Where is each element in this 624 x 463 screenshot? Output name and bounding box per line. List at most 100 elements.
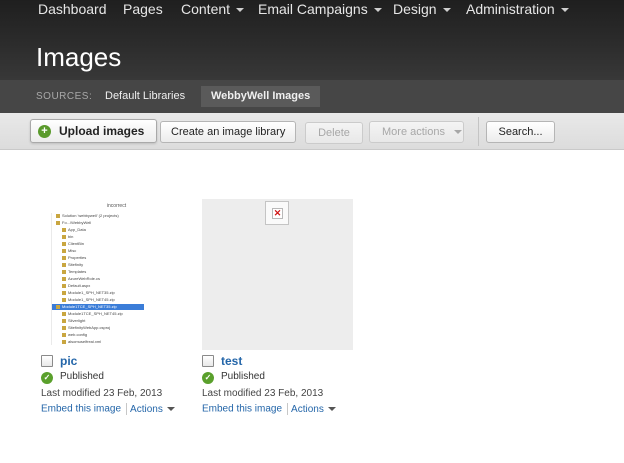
nav-item-design[interactable]: Design	[393, 0, 451, 18]
tree-line: Templates	[62, 269, 86, 275]
select-checkbox[interactable]	[41, 355, 53, 367]
file-icon	[62, 241, 66, 246]
tree-line: Module1TCE_SPH_NET35.zip	[52, 304, 144, 310]
chevron-down-icon	[560, 7, 569, 12]
sources-bar: SOURCES: Default Libraries WebbyWell Ima…	[0, 80, 624, 113]
embed-image-link[interactable]: Embed this image	[41, 404, 121, 415]
tree-line-label: Templates	[68, 269, 87, 274]
file-icon	[56, 304, 60, 309]
delete-label: Delete	[318, 127, 350, 139]
tree-line: SitefinityWebApp.csproj	[62, 325, 110, 331]
actions-link[interactable]: Actions	[130, 404, 175, 415]
link-divider	[126, 403, 128, 415]
tree-line-label: Properties	[68, 255, 87, 260]
file-icon	[56, 213, 60, 218]
tree-line: Sitefinity	[62, 262, 83, 268]
tree-line-label: Module1TCE_SPH_NET45.zip	[68, 311, 123, 316]
search-label: Search...	[498, 126, 543, 138]
search-button[interactable]: Search...	[486, 121, 555, 143]
nav-item-label: Design	[393, 1, 437, 17]
file-icon	[62, 255, 66, 260]
tree-line-label: Fo...\WebbyWell	[62, 220, 92, 225]
add-icon: +	[38, 125, 51, 138]
tree-line: ClientBin	[62, 241, 84, 247]
nav-item-label: Content	[181, 1, 231, 17]
file-icon	[62, 297, 66, 302]
tree-line-label: AzureWebRole.cs	[68, 276, 100, 281]
tree-line-label: web.config	[68, 332, 88, 337]
nav-item-label: Pages	[123, 1, 163, 17]
file-icon	[62, 339, 66, 344]
upload-images-label: Upload images	[59, 124, 145, 138]
nav-item-label: Dashboard	[38, 1, 107, 17]
more-actions-label: More actions	[382, 126, 445, 138]
file-icon	[62, 262, 66, 267]
tree-line-label: Module1TCE_SPH_NET35.zip	[62, 304, 117, 309]
check-icon: ✓	[202, 372, 214, 384]
actions-label: Actions	[130, 403, 163, 415]
chevron-down-icon	[327, 407, 336, 411]
tree-line-label: Silverlight	[68, 318, 86, 323]
tree-line-label: Solution 'webbywell' (2 projects)	[62, 213, 119, 218]
chevron-down-icon	[166, 407, 175, 411]
file-icon	[62, 311, 66, 316]
nav-item-content[interactable]: Content	[181, 0, 245, 18]
image-thumbnail[interactable]: ✕	[202, 199, 353, 350]
image-title-link[interactable]: pic	[60, 354, 77, 368]
file-icon	[62, 332, 66, 337]
tree-line: Fo...\WebbyWell	[56, 220, 91, 226]
tree-line-label: Sitefinity	[68, 262, 84, 267]
chevron-down-icon	[442, 7, 451, 12]
page-title: Images	[36, 42, 122, 72]
tree-line-label: bin	[68, 234, 74, 239]
upload-images-button[interactable]: + Upload images	[30, 119, 158, 143]
tree-line: AzureWebRole.cs	[62, 276, 100, 282]
nav-item-label: Administration	[466, 1, 555, 17]
tree-line: Default.aspx	[62, 283, 90, 289]
tree-line: Module1_SPH_NET45.zip	[62, 297, 115, 303]
actions-label: Actions	[291, 403, 324, 415]
tree-line: alsomuselfreal.xml	[62, 339, 101, 345]
image-grid: incorrect Solution 'webbywell' (2 projec…	[0, 151, 624, 463]
file-icon	[62, 269, 66, 274]
actions-link[interactable]: Actions	[291, 404, 336, 415]
status-text: Published	[221, 371, 265, 382]
tree-line-label: Misc	[68, 248, 77, 253]
delete-button[interactable]: Delete	[305, 122, 363, 144]
file-icon	[62, 290, 66, 295]
thumbnail-caption: incorrect	[106, 203, 127, 209]
toolbar-divider	[478, 117, 479, 146]
tree-line-label: Module1_SPH_NET45.zip	[68, 297, 115, 302]
tree-line: Solution 'webbywell' (2 projects)	[56, 213, 119, 219]
nav-item-administration[interactable]: Administration	[466, 0, 569, 18]
nav-item-label: Email Campaigns	[258, 1, 368, 17]
image-thumbnail[interactable]: incorrect Solution 'webbywell' (2 projec…	[41, 199, 192, 350]
tree-line: Module1TCE_SPH_NET45.zip	[62, 311, 123, 317]
tree-line: web.config	[62, 332, 87, 338]
file-icon	[62, 325, 66, 330]
image-title-link[interactable]: test	[221, 354, 242, 368]
solution-explorer-tree: Solution 'webbywell' (2 projects) Fo...\W…	[51, 213, 144, 345]
nav-item-email-campaigns[interactable]: Email Campaigns	[258, 0, 382, 18]
toolbar: + Upload images Create an image library …	[0, 113, 624, 150]
nav-item-dashboard[interactable]: Dashboard	[38, 0, 107, 18]
file-icon	[56, 220, 60, 225]
top-header: Dashboard Pages Content Email Campaigns …	[0, 0, 624, 80]
more-actions-button[interactable]: More actions	[369, 121, 464, 143]
nav-item-pages[interactable]: Pages	[123, 0, 163, 18]
chevron-down-icon	[454, 130, 463, 135]
embed-image-link[interactable]: Embed this image	[202, 404, 282, 415]
create-image-library-button[interactable]: Create an image library	[160, 121, 297, 143]
tree-line: Properties	[62, 255, 86, 261]
source-tab-default-libraries[interactable]: Default Libraries	[95, 86, 195, 107]
source-tab-webbywell-images[interactable]: WebbyWell Images	[201, 86, 321, 107]
select-checkbox[interactable]	[202, 355, 214, 367]
sources-label: SOURCES:	[36, 91, 93, 102]
check-icon: ✓	[41, 372, 53, 384]
file-icon	[62, 248, 66, 253]
tree-line-label: Module1_SPH_NET35.zip	[68, 290, 115, 295]
tree-line-label: SitefinityWebApp.csproj	[68, 325, 111, 330]
link-divider	[287, 403, 289, 415]
tree-line: Module1_SPH_NET35.zip	[62, 290, 115, 296]
tree-line: Misc	[62, 248, 76, 254]
